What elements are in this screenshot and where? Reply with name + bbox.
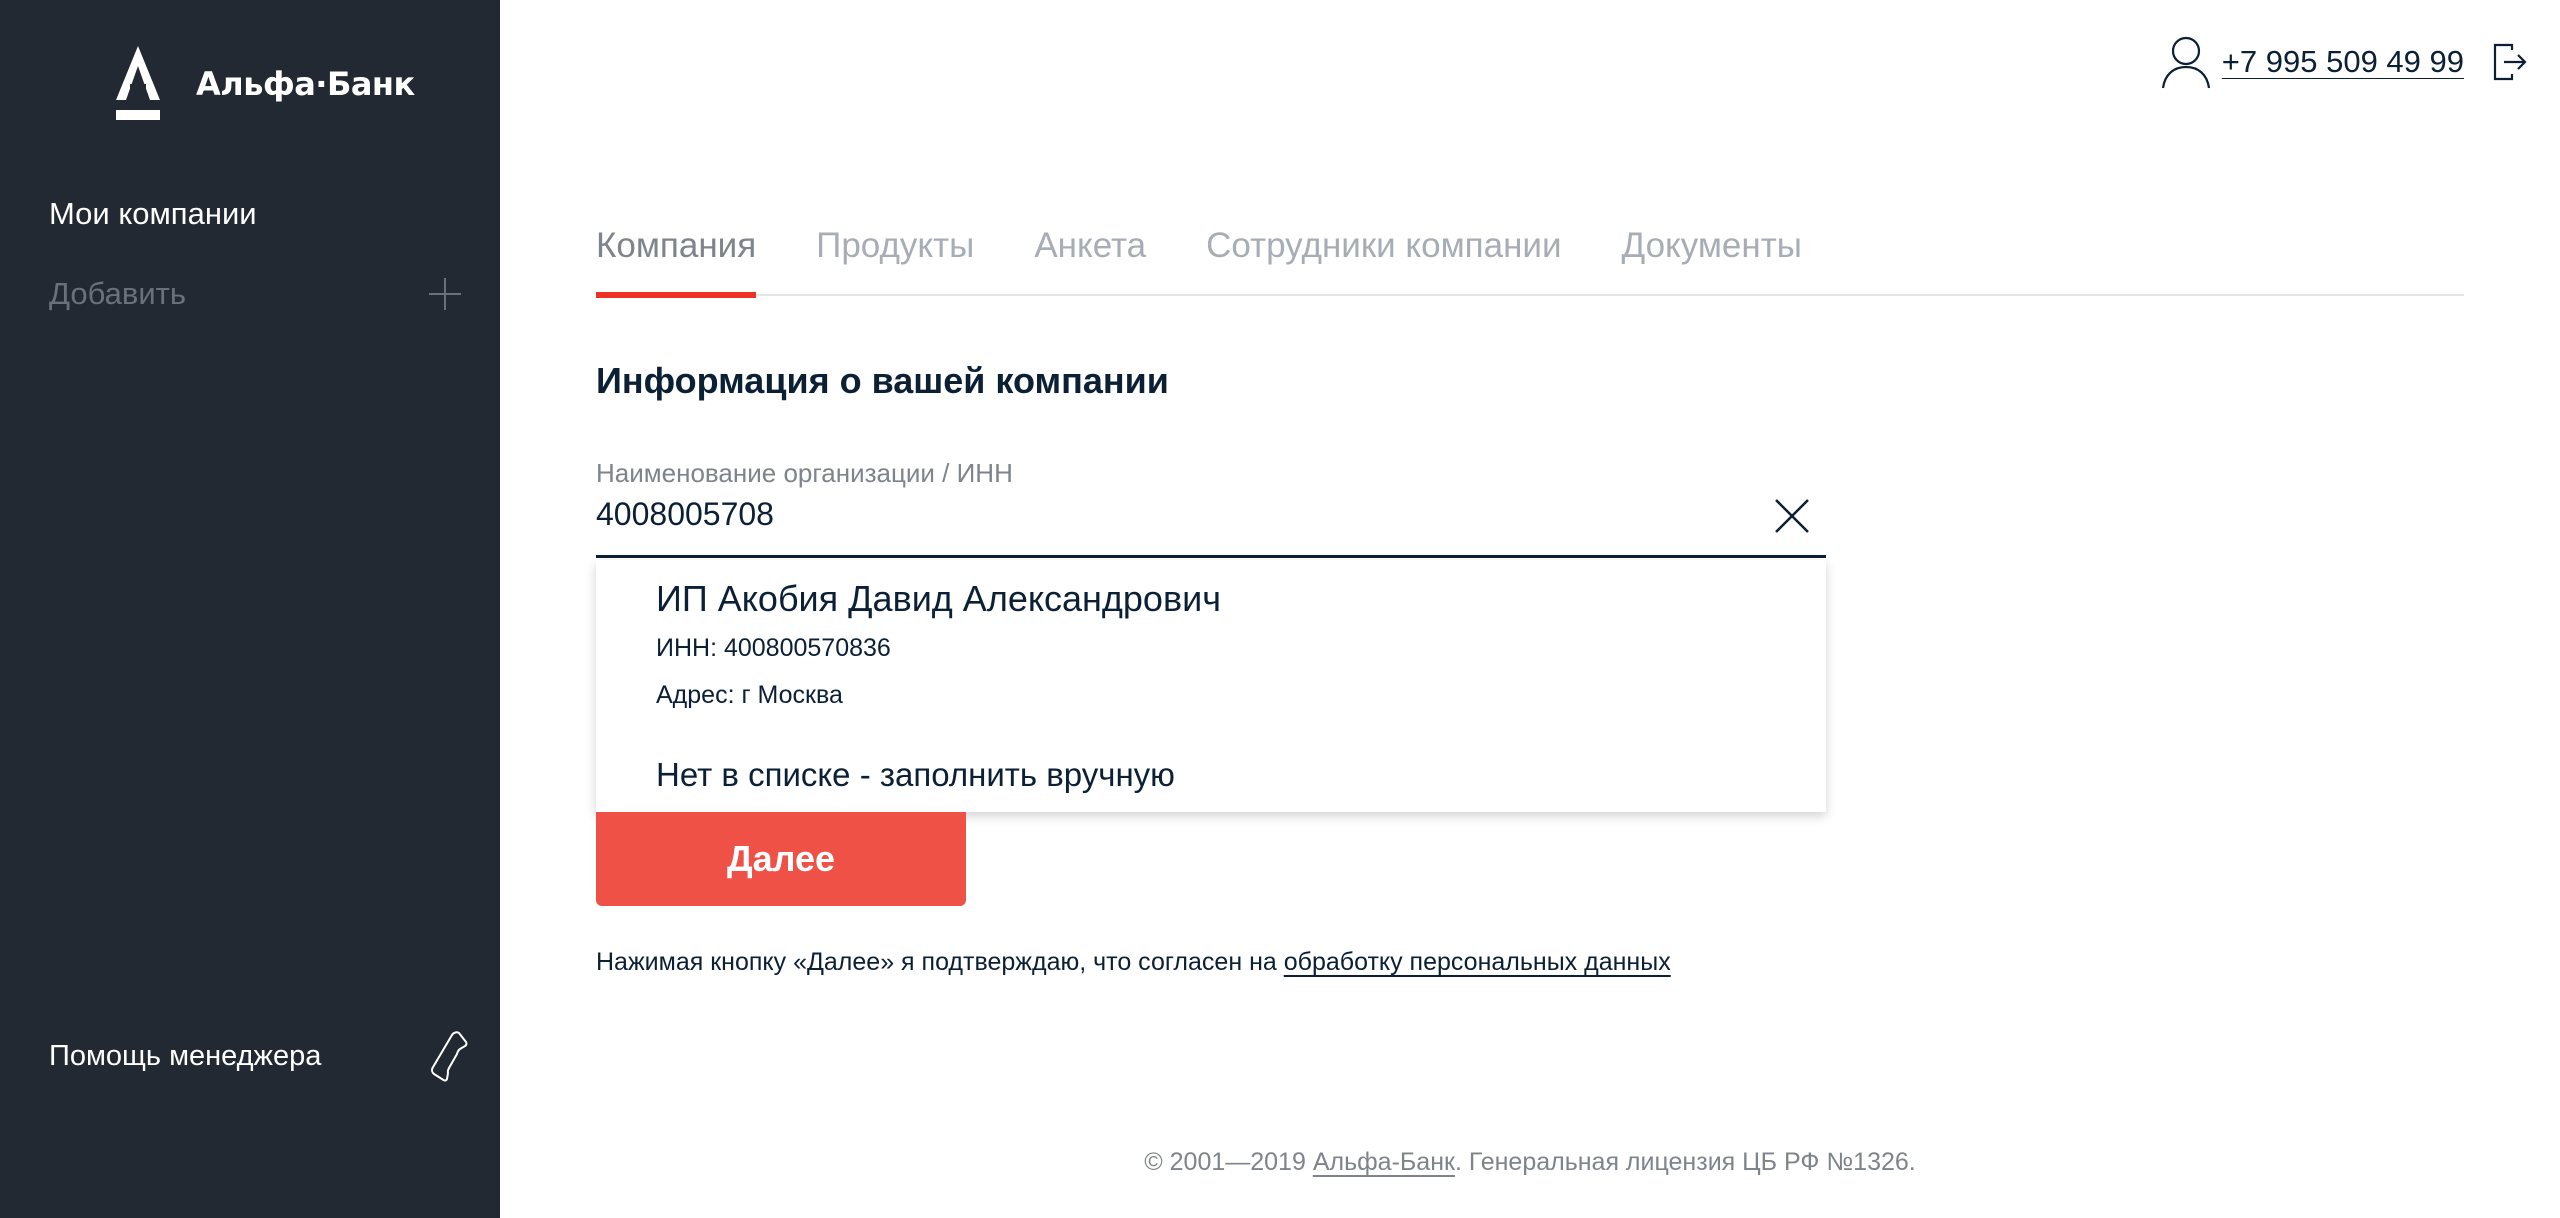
alfa-logo-icon <box>116 46 160 120</box>
sidebar: Альфа·Банк Мои компании Добавить Помощь … <box>0 0 500 1218</box>
alfa-bank-logo[interactable]: Альфа·Банк <box>112 46 415 122</box>
next-button[interactable]: Далее <box>596 812 966 906</box>
section-title: Информация о вашей компании <box>596 360 1169 401</box>
add-company-label: Добавить <box>49 276 187 311</box>
footer-copyright: © 2001—2019 <box>1144 1148 1313 1176</box>
logo-text: Альфа·Банк <box>196 65 415 103</box>
tab-employees[interactable]: Сотрудники компании <box>1206 226 1561 296</box>
my-companies-title: Мои компании <box>49 196 257 231</box>
tab-bar: Компания Продукты Анкета Сотрудники комп… <box>596 226 2464 298</box>
manager-help-label: Помощь менеджера <box>49 1039 322 1072</box>
plus-icon <box>429 278 461 310</box>
tab-questionnaire[interactable]: Анкета <box>1034 226 1146 296</box>
org-field-label: Наименование организации / ИНН <box>596 458 1013 488</box>
alfa-bank-footer-link[interactable]: Альфа-Банк <box>1313 1148 1455 1176</box>
tab-company[interactable]: Компания <box>596 226 757 298</box>
consent-prefix: Нажимая кнопку «Далее» я подтверждаю, чт… <box>596 948 1284 976</box>
suggestion-item[interactable]: ИП Акобия Давид Александрович ИНН: 40080… <box>656 578 1796 710</box>
tab-products[interactable]: Продукты <box>816 226 974 296</box>
user-icon[interactable] <box>2160 34 2212 90</box>
user-phone-link[interactable]: +7 995 509 49 99 <box>2222 44 2464 80</box>
suggestion-inn: ИНН: 400800570836 <box>656 634 891 662</box>
logout-icon[interactable] <box>2492 42 2528 82</box>
consent-text: Нажимая кнопку «Далее» я подтверждаю, чт… <box>596 948 1671 977</box>
personal-data-link[interactable]: обработку персональных данных <box>1284 948 1671 976</box>
phone-icon <box>431 1031 468 1082</box>
suggestion-address: Адрес: г Москва <box>656 681 843 709</box>
clear-icon[interactable] <box>1772 496 1812 536</box>
footer: © 2001—2019 Альфа-Банк. Генеральная лице… <box>500 1148 2560 1177</box>
add-company-button[interactable]: Добавить <box>49 274 463 314</box>
fill-manually-option[interactable]: Нет в списке - заполнить вручную <box>656 756 1175 794</box>
org-search-input[interactable]: 4008005708 <box>596 490 1826 558</box>
header-user: +7 995 509 49 99 <box>2160 34 2528 90</box>
manager-help-button[interactable]: Помощь менеджера <box>49 1028 469 1084</box>
suggestion-dropdown: ИП Акобия Давид Александрович ИНН: 40080… <box>596 560 1826 812</box>
suggestion-name: ИП Акобия Давид Александрович <box>656 578 1221 619</box>
org-search-value[interactable]: 4008005708 <box>596 496 774 533</box>
tab-documents[interactable]: Документы <box>1622 226 1802 296</box>
footer-license: . Генеральная лицензия ЦБ РФ №1326. <box>1454 1148 1916 1176</box>
